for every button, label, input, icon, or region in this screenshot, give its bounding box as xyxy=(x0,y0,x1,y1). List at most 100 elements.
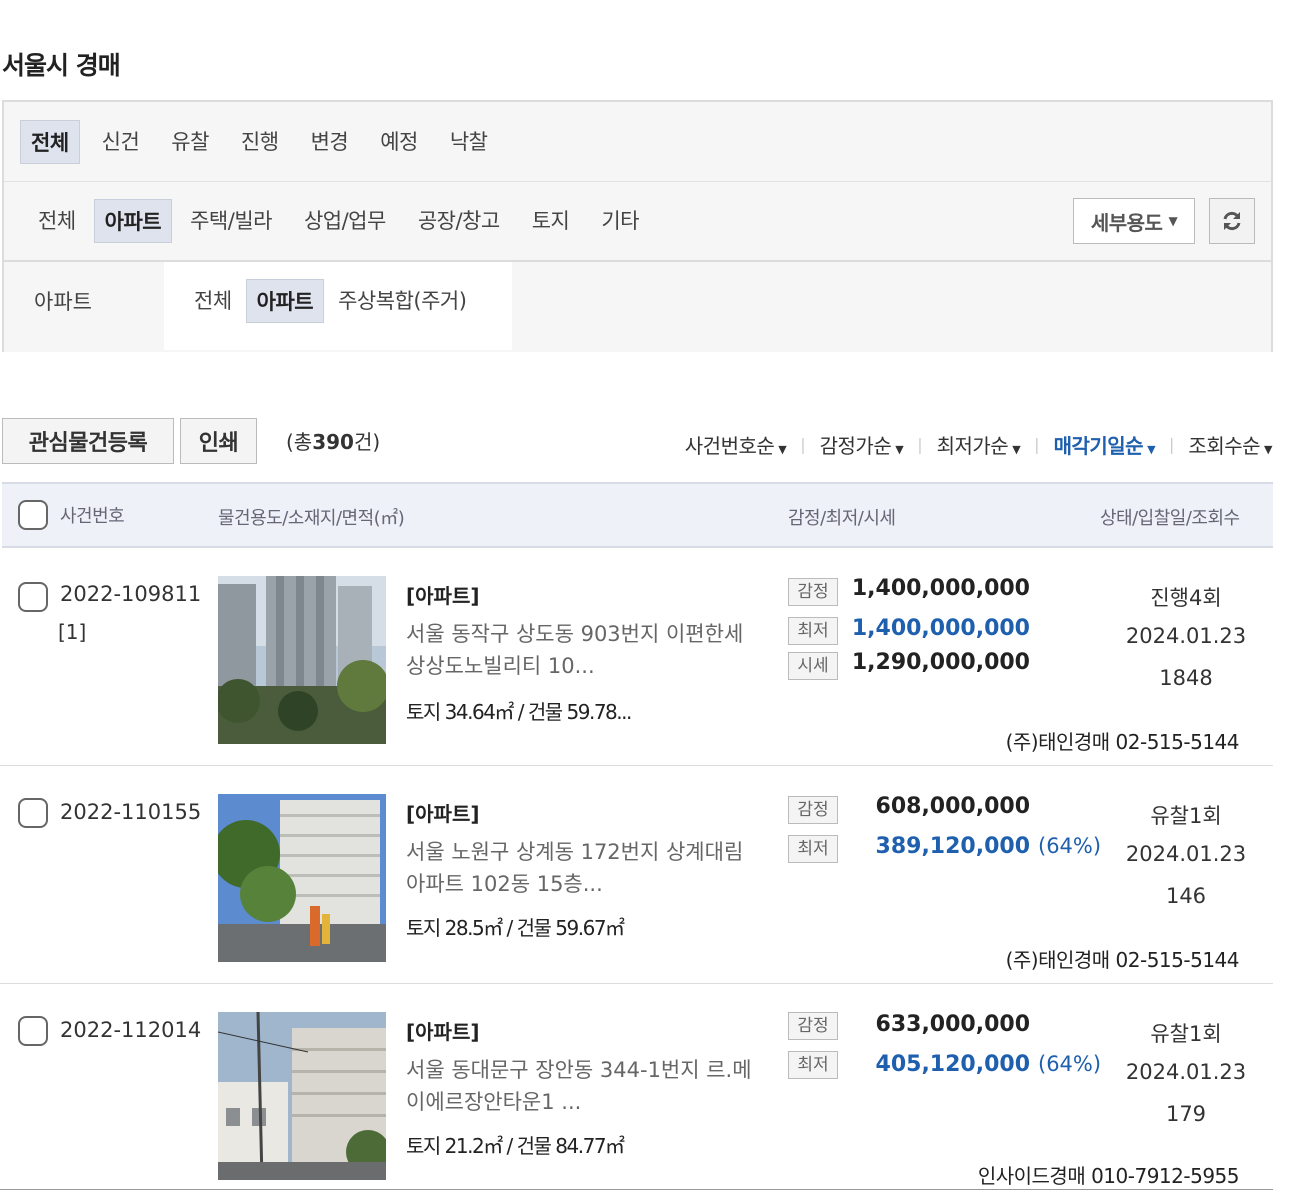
category-tab-apartment[interactable]: 아파트 xyxy=(93,199,173,243)
subtype-filter-row: 아파트 전체 아파트 주상복합(주거) xyxy=(4,262,1271,352)
status-tab-changed[interactable]: 변경 xyxy=(301,120,359,164)
refresh-icon xyxy=(1223,211,1241,231)
view-count: 146 xyxy=(1165,884,1207,908)
caret-down-icon: ▼ xyxy=(1147,443,1156,456)
appraisal-price: 608,000,000 xyxy=(875,794,1030,819)
table-header: 사건번호 물건용도/소재지/면적(㎡) 감정/최저/시세 상태/입찰일/조회수 xyxy=(2,482,1273,548)
property-area: 토지 34.64㎡ / 건물 59.78... xyxy=(406,700,632,724)
sort-views-label: 조회수순 xyxy=(1188,434,1261,458)
subtype-tab-mixed-use[interactable]: 주상복합(주거) xyxy=(328,279,476,323)
property-address[interactable]: 서울 동대문구 장안동 344-1번지 르.메이에르장안타운1 ... xyxy=(406,1054,756,1118)
case-sub-number: [1] xyxy=(58,620,87,644)
select-all-checkbox[interactable] xyxy=(18,500,48,530)
print-button[interactable]: 인쇄 xyxy=(180,418,257,464)
auction-date: 2024.01.23 xyxy=(1125,842,1247,866)
property-type: [아파트] xyxy=(406,802,480,826)
sort-sale-date-label: 매각기일순 xyxy=(1053,434,1144,458)
sort-appraisal-label: 감정가순 xyxy=(819,434,892,458)
caret-down-icon: ▼ xyxy=(778,443,787,456)
auction-status: 유찰1회 xyxy=(1150,804,1222,828)
market-tag: 시세 xyxy=(788,652,838,680)
watch-register-button[interactable]: 관심물건등록 xyxy=(2,418,174,464)
auction-date: 2024.01.23 xyxy=(1125,1060,1247,1084)
row-checkbox[interactable] xyxy=(18,1016,48,1046)
case-number[interactable]: 2022-110155 xyxy=(60,800,201,824)
property-address[interactable]: 서울 동작구 상도동 903번지 이편한세상상도노빌리티 10... xyxy=(406,618,756,682)
sort-divider: | xyxy=(1034,435,1040,454)
table-row[interactable]: 2022-112014 [아파트] 서울 동대문구 장안동 344-1번지 르.… xyxy=(0,984,1273,1190)
sort-divider: | xyxy=(800,435,806,454)
property-type: [아파트] xyxy=(406,1020,480,1044)
caret-down-icon: ▼ xyxy=(895,443,904,456)
sort-minimum[interactable]: 최저가순 ▼ xyxy=(937,430,1021,459)
minimum-tag: 최저 xyxy=(788,1051,838,1079)
sort-views[interactable]: 조회수순 ▼ xyxy=(1188,430,1272,459)
property-area: 토지 28.5㎡ / 건물 59.67㎡ xyxy=(406,916,625,940)
case-number[interactable]: 2022-112014 xyxy=(60,1018,201,1042)
minimum-tag: 최저 xyxy=(788,617,838,645)
agency-contact[interactable]: (주)태인경매 02-515-5144 xyxy=(1006,944,1240,973)
subtype-tabs: 전체 아파트 주상복합(주거) xyxy=(164,262,512,350)
case-number[interactable]: 2022-109811 xyxy=(60,582,201,606)
status-tab-scheduled[interactable]: 예정 xyxy=(370,120,428,164)
property-type: [아파트] xyxy=(406,584,480,608)
table-row[interactable]: 2022-110155 [아파트] 서울 노원구 상계동 172번지 상계대림아… xyxy=(0,766,1273,984)
caret-down-icon: ▼ xyxy=(1168,214,1178,228)
total-suffix: 건) xyxy=(353,430,381,454)
view-count: 179 xyxy=(1165,1102,1207,1126)
header-price: 감정/최저/시세 xyxy=(788,508,896,529)
sort-case-number[interactable]: 사건번호순 ▼ xyxy=(684,430,787,459)
status-tab-new[interactable]: 신건 xyxy=(92,120,150,164)
category-filter-row: 전체 아파트 주택/빌라 상업/업무 공장/창고 토지 기타 세부용도 ▼ xyxy=(4,182,1271,262)
sort-divider: | xyxy=(917,435,923,454)
view-count: 1848 xyxy=(1159,666,1213,690)
usage-select[interactable]: 세부용도 ▼ xyxy=(1073,198,1195,244)
property-address[interactable]: 서울 노원구 상계동 172번지 상계대림아파트 102동 15층... xyxy=(406,836,756,900)
appraisal-price: 1,400,000,000 xyxy=(851,576,1030,601)
subtype-tab-all[interactable]: 전체 xyxy=(184,279,242,323)
caret-down-icon: ▼ xyxy=(1264,443,1272,456)
status-tab-all[interactable]: 전체 xyxy=(20,119,80,164)
sort-sale-date[interactable]: 매각기일순 ▼ xyxy=(1053,430,1156,459)
refresh-button[interactable] xyxy=(1209,198,1255,244)
category-tab-factory[interactable]: 공장/창고 xyxy=(408,199,510,243)
category-tab-land[interactable]: 토지 xyxy=(522,199,580,243)
sort-minimum-label: 최저가순 xyxy=(936,434,1009,458)
sort-options: 사건번호순 ▼ | 감정가순 ▼ | 최저가순 ▼ | 매각기일순 ▼ | 조회수순 ▼ xyxy=(684,430,1273,459)
status-tab-sold[interactable]: 낙찰 xyxy=(440,120,498,164)
auction-date: 2024.01.23 xyxy=(1125,624,1247,648)
status-tab-ongoing[interactable]: 진행 xyxy=(231,120,289,164)
appraisal-tag: 감정 xyxy=(788,796,838,824)
property-photo[interactable] xyxy=(218,576,386,744)
category-tab-etc[interactable]: 기타 xyxy=(591,199,649,243)
status-filter-row: 전체 신건 유찰 진행 변경 예정 낙찰 xyxy=(4,102,1271,182)
subtype-label: 아파트 xyxy=(4,262,164,352)
caret-down-icon: ▼ xyxy=(1012,443,1021,456)
table-row[interactable]: 2022-109811 [1] [아파트] 서울 동작구 상도동 903번지 이… xyxy=(0,548,1273,766)
property-photo[interactable] xyxy=(218,1012,386,1180)
minimum-price: 405,120,000 xyxy=(875,1052,1030,1077)
header-status: 상태/입찰일/조회수 xyxy=(1100,508,1240,529)
property-area: 토지 21.2㎡ / 건물 84.77㎡ xyxy=(406,1134,625,1158)
subtype-tab-apartment[interactable]: 아파트 xyxy=(245,279,325,323)
appraisal-tag: 감정 xyxy=(788,578,838,606)
row-checkbox[interactable] xyxy=(18,798,48,828)
total-count-number: 390 xyxy=(312,430,354,454)
sort-case-number-label: 사건번호순 xyxy=(684,434,775,458)
header-property: 물건용도/소재지/면적(㎡) xyxy=(218,508,405,529)
page-title: 서울시 경매 xyxy=(2,51,121,80)
agency-contact[interactable]: 인사이드경매 010-7912-5955 xyxy=(978,1160,1240,1189)
status-tab-failed[interactable]: 유찰 xyxy=(161,120,219,164)
total-prefix: (총 xyxy=(286,430,313,454)
category-tab-all[interactable]: 전체 xyxy=(28,199,86,243)
row-checkbox[interactable] xyxy=(18,582,48,612)
minimum-price: 1,400,000,000 xyxy=(851,616,1030,641)
auction-status: 진행4회 xyxy=(1150,586,1222,610)
sort-appraisal[interactable]: 감정가순 ▼ xyxy=(820,430,904,459)
appraisal-tag: 감정 xyxy=(788,1012,838,1040)
category-tab-house[interactable]: 주택/빌라 xyxy=(180,199,282,243)
agency-contact[interactable]: (주)태인경매 02-515-5144 xyxy=(1006,726,1240,755)
category-tab-commercial[interactable]: 상업/업무 xyxy=(294,199,396,243)
property-photo[interactable] xyxy=(218,794,386,962)
sort-divider: | xyxy=(1169,435,1175,454)
